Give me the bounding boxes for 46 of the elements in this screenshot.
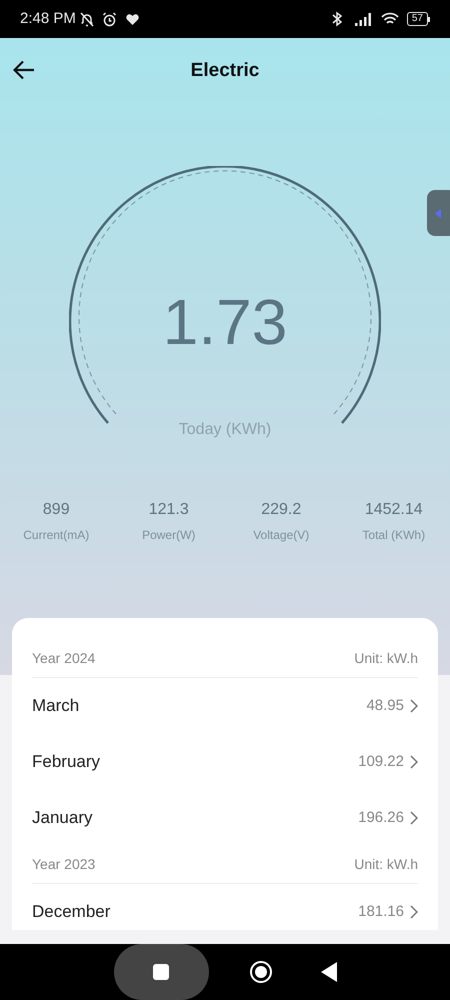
month-value: 196.26 (358, 808, 404, 828)
stat-value: 1452.14 (364, 500, 423, 520)
unit-label: Unit: kW.h (354, 649, 418, 668)
caret-icon (435, 208, 441, 218)
side-tab[interactable] (427, 190, 450, 236)
stat-value: 121.3 (148, 500, 189, 520)
month-value: 181.16 (358, 902, 404, 922)
recents-button[interactable] (114, 944, 208, 1000)
month-row[interactable]: March 48.95 (32, 678, 418, 734)
chevron-icon (410, 811, 418, 825)
month-name: February (32, 751, 102, 774)
stat-label: Voltage(V) (253, 527, 310, 544)
month-row[interactable]: February 109.22 (32, 734, 418, 790)
gauge-value: 1.73 (162, 285, 288, 360)
heart-icon (124, 12, 140, 26)
stat-label: Power(W) (142, 527, 196, 544)
year-heading: Year 2024 (32, 649, 96, 668)
unit-label: Unit: kW.h (354, 855, 418, 874)
month-value: 48.95 (366, 696, 404, 716)
page-title: Electric (190, 58, 260, 83)
wifi-icon (380, 12, 399, 26)
chevron-icon (410, 755, 418, 769)
month-row[interactable]: January 196.26 (32, 790, 418, 846)
month-name: March (32, 695, 80, 718)
back-arrow-icon[interactable] (13, 60, 35, 80)
chevron-icon (410, 699, 418, 713)
signal-icon (354, 12, 373, 26)
stat-label: Total (KWh) (362, 527, 426, 544)
stat-label: Current(mA) (23, 527, 90, 544)
square-icon (153, 964, 169, 980)
stat-value: 229.2 (261, 500, 302, 520)
year-heading: Year 2023 (32, 855, 96, 874)
battery-icon: 57 (406, 12, 430, 26)
month-name: December (32, 901, 112, 924)
status-time: 2:48 PM (20, 8, 76, 29)
month-row[interactable]: December 181.16 (32, 884, 418, 930)
alarm-icon (102, 12, 117, 26)
gauge-caption: Today (KWh) (178, 420, 272, 440)
bell-off-icon (80, 12, 94, 26)
home-button[interactable] (248, 960, 272, 984)
month-name: January (32, 807, 94, 830)
bluetooth-icon (330, 11, 343, 27)
stat-value: 899 (42, 500, 70, 520)
month-value: 109.22 (358, 752, 404, 772)
back-button[interactable] (320, 962, 336, 982)
chevron-icon (410, 905, 418, 919)
